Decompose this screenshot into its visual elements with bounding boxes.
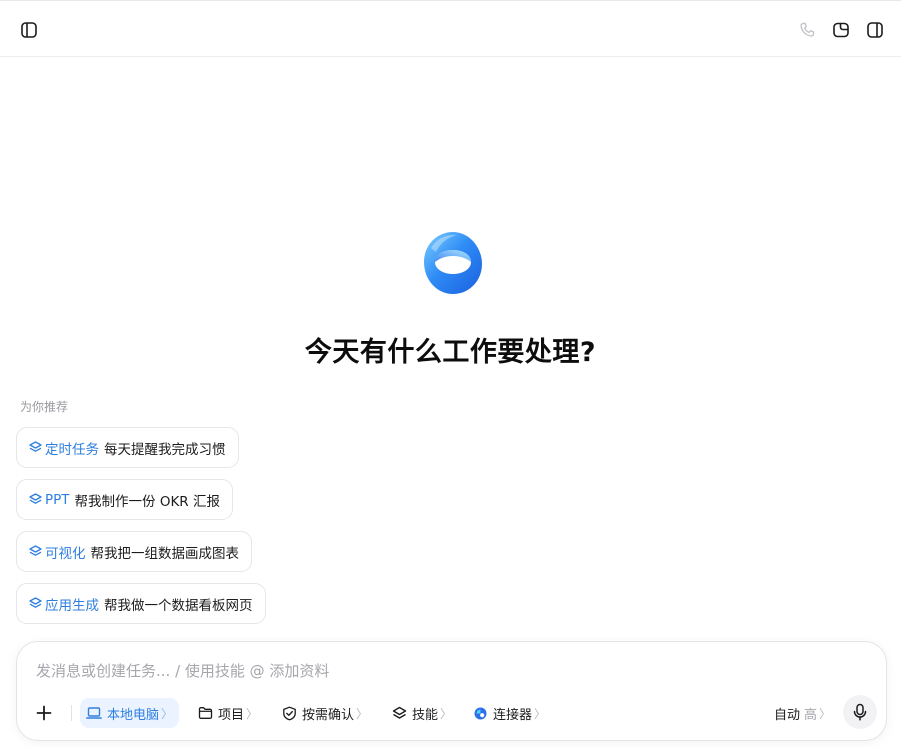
message-composer: 本地电脑 〉 项目 〉 按需确认 〉 技能 〉 — [16, 641, 887, 741]
project-button[interactable]: 项目 〉 — [198, 698, 258, 728]
toolbar-divider — [71, 705, 72, 721]
recommendation-chip[interactable]: PPT 帮我制作一份 OKR 汇报 — [16, 479, 233, 520]
chip-tag: PPT — [45, 491, 70, 508]
chevron-right-icon: 〉 — [440, 706, 453, 721]
phone-icon[interactable] — [794, 17, 820, 43]
local-computer-label: 本地电脑 — [107, 707, 160, 723]
recommendation-chip[interactable]: 定时任务 每天提醒我完成习惯 — [16, 427, 239, 468]
recommendation-chip[interactable]: 应用生成 帮我做一个数据看板网页 — [16, 583, 266, 624]
microphone-button[interactable] — [843, 695, 877, 729]
layers-icon — [29, 597, 42, 610]
mode-label: 自动 — [774, 707, 801, 723]
sidebar-toggle-icon[interactable] — [16, 17, 42, 43]
chevron-right-icon: 〉 — [534, 706, 547, 721]
chip-text: 帮我制作一份 OKR 汇报 — [74, 493, 220, 510]
layers-icon — [29, 441, 42, 454]
layers-icon — [29, 545, 42, 558]
mode-selector[interactable]: 自动 高 〉 — [774, 698, 831, 728]
folder-icon — [198, 706, 213, 720]
page-title: 今天有什么工作要处理? — [304, 337, 597, 368]
project-label: 项目 — [218, 707, 245, 723]
chevron-right-icon: 〉 — [356, 706, 369, 721]
recommendation-label: 为你推荐 — [20, 400, 69, 414]
confirm-mode-label: 按需确认 — [302, 707, 355, 723]
skills-label: 技能 — [412, 707, 439, 723]
chevron-right-icon: 〉 — [246, 706, 259, 721]
message-input[interactable] — [36, 658, 796, 684]
connector-button[interactable]: 连接器 〉 — [473, 698, 546, 728]
chip-tag: 应用生成 — [45, 597, 99, 614]
layers-icon — [29, 493, 42, 506]
plus-icon[interactable] — [31, 700, 57, 726]
chevron-right-icon: 〉 — [819, 706, 832, 721]
connector-label: 连接器 — [493, 707, 533, 723]
confirm-mode-button[interactable]: 按需确认 〉 — [282, 698, 368, 728]
recommendation-chip[interactable]: 可视化 帮我把一组数据画成图表 — [16, 531, 252, 572]
chip-text: 每天提醒我完成习惯 — [104, 441, 226, 458]
local-computer-button[interactable]: 本地电脑 〉 — [80, 698, 180, 728]
microphone-icon — [852, 703, 868, 721]
chip-text: 帮我把一组数据画成图表 — [90, 545, 240, 562]
right-panel-icon[interactable] — [862, 17, 888, 43]
skills-button[interactable]: 技能 〉 — [392, 698, 452, 728]
connector-icon — [473, 706, 488, 721]
chip-text: 帮我做一个数据看板网页 — [104, 597, 253, 614]
new-chat-icon[interactable] — [828, 17, 854, 43]
chip-tag: 可视化 — [45, 545, 86, 562]
top-bar — [0, 0, 901, 57]
check-circle-icon — [282, 706, 297, 721]
chevron-right-icon: 〉 — [161, 706, 174, 721]
laptop-icon — [86, 706, 102, 720]
layers-icon — [392, 706, 407, 721]
app-logo-icon — [419, 228, 487, 298]
mode-level: 高 — [804, 707, 818, 723]
chip-tag: 定时任务 — [45, 441, 99, 458]
app-window: 今天有什么工作要处理? 为你推荐 定时任务 每天提醒我完成习惯 PPT 帮我制作… — [0, 0, 901, 748]
